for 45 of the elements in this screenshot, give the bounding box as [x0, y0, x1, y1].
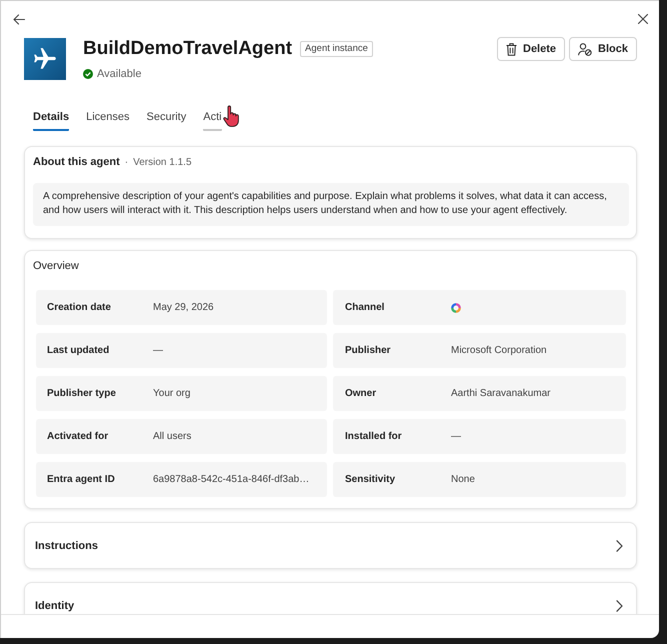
- airplane-icon: [24, 38, 66, 80]
- expander-card[interactable]: Identity: [24, 582, 637, 614]
- field-value: —: [153, 345, 164, 356]
- field-label: Entra agent ID: [47, 474, 116, 485]
- field-label: Last updated: [47, 345, 110, 356]
- trash-icon: [506, 42, 517, 56]
- field-label: Activated for: [47, 431, 110, 442]
- back-button[interactable]: [13, 14, 25, 24]
- swirl-icon: [451, 302, 461, 312]
- separator: ·: [124, 156, 128, 170]
- field-label: Installed for: [345, 431, 403, 442]
- field-label: Owner: [345, 388, 378, 399]
- check-circle-icon: [83, 69, 93, 79]
- close-icon: [638, 14, 648, 24]
- tab[interactable]: Details: [33, 104, 70, 131]
- tab[interactable]: Acti: [203, 104, 222, 131]
- back-arrow-icon: [13, 14, 25, 24]
- delete-button[interactable]: Delete: [497, 37, 566, 61]
- field-label: Publisher: [345, 345, 392, 356]
- field-value: Microsoft Corporation: [451, 345, 548, 356]
- field-value: None: [451, 474, 476, 485]
- block-button[interactable]: Block: [569, 37, 637, 61]
- field-label: Publisher type: [47, 388, 117, 399]
- card-title: Overview: [33, 259, 80, 273]
- type-badge: Agent instance: [300, 41, 373, 57]
- field-label: Sensitivity: [345, 474, 396, 485]
- tab[interactable]: Security: [146, 104, 186, 131]
- field-value: —: [451, 431, 462, 442]
- hand-cursor-icon: [222, 105, 240, 127]
- agent-name: BuildDemoTravelAgent: [83, 37, 292, 61]
- close-button[interactable]: [638, 14, 648, 24]
- card-title: About this agent: [33, 155, 120, 169]
- field-value: May 29, 2026: [153, 302, 215, 313]
- version-label: Version 1.1.5: [133, 156, 192, 170]
- field-value: Your org: [153, 388, 192, 399]
- person-block-icon: [578, 42, 592, 56]
- field-label: Channel: [345, 302, 386, 313]
- tab[interactable]: Licenses: [86, 104, 130, 131]
- status-label: Available: [97, 68, 142, 80]
- expander-card[interactable]: Instructions: [24, 522, 637, 569]
- field-value: Aarthi Saravanakumar: [451, 388, 552, 399]
- field-value: 6a9878a8-542c-451a-846f-df3ab…: [153, 474, 310, 485]
- field-value: All users: [153, 431, 192, 442]
- agent-description: A comprehensive description of your agent's capabilities and purpose. Explain what problems it solves, what data it can access, and how users will interact with it. This description helps users understand when and how to use your agent effectively.: [33, 183, 629, 226]
- field-label: Creation date: [47, 302, 112, 313]
